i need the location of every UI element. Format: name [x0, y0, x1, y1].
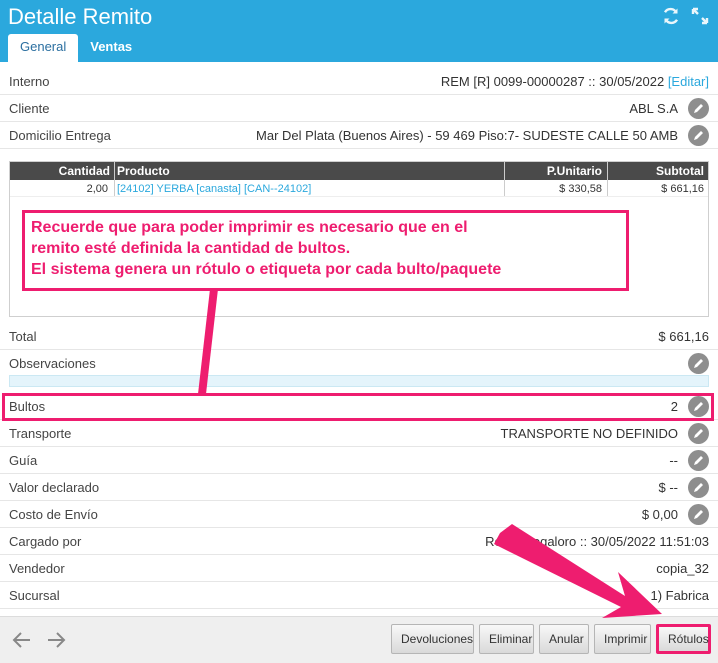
total-value: $ 661,16 [658, 329, 709, 344]
tab-ventas[interactable]: Ventas [78, 34, 144, 62]
rotulos-button[interactable]: Rótulos [656, 624, 711, 654]
valor-declarado-value: $ -- [658, 480, 679, 495]
row-bultos: Bultos 2 [0, 393, 718, 420]
anular-button[interactable]: Anular [539, 624, 589, 654]
pencil-icon [694, 402, 703, 411]
transporte-label: Transporte [9, 426, 72, 441]
cargado-por-label: Cargado por [9, 534, 82, 549]
cell-punitario: $ 330,58 [559, 183, 602, 195]
bultos-value: 2 [670, 399, 678, 414]
row-costo-envio: Costo de Envío $ 0,00 [0, 501, 718, 528]
cliente-value[interactable]: ABL S.A [629, 101, 678, 116]
interno-label: Interno [9, 74, 50, 89]
row-cargado-por: Cargado por Renê Pregaloro :: 30/05/2022… [0, 528, 718, 555]
row-guia: Guía -- [0, 447, 718, 474]
callout-line-3: El sistema genera un rótulo o etiqueta p… [31, 261, 502, 278]
cargado-por-value: Renê Pregaloro :: 30/05/2022 11:51:03 [485, 534, 709, 549]
sucursal-value: 1) Fabrica [650, 588, 709, 603]
edit-costo-envio-button[interactable] [688, 504, 709, 525]
edit-guia-button[interactable] [688, 450, 709, 471]
valor-declarado-label: Valor declarado [9, 480, 100, 495]
header-producto: Producto [117, 164, 170, 178]
interno-value-wrap: REM [R] 0099-00000287 :: 30/05/2022 [Edi… [441, 74, 709, 89]
transporte-value: TRANSPORTE NO DEFINIDO [500, 426, 678, 441]
tab-bar: General Ventas [8, 34, 144, 62]
pencil-icon [694, 131, 703, 140]
edit-transporte-button[interactable] [688, 423, 709, 444]
row-transporte: Transporte TRANSPORTE NO DEFINIDO [0, 420, 718, 447]
imprimir-button[interactable]: Imprimir [594, 624, 651, 654]
domicilio-label: Domicilio Entrega [9, 128, 111, 143]
callout-line-1: Recuerde que para poder imprimir es nece… [31, 219, 468, 236]
row-valor-declarado: Valor declarado $ -- [0, 474, 718, 501]
arrow-left-icon[interactable] [11, 629, 33, 651]
eliminar-button[interactable]: Eliminar [479, 624, 534, 654]
header-subtotal: Subtotal [656, 164, 704, 178]
editar-link[interactable]: [Editar] [668, 74, 709, 89]
cell-producto[interactable]: [24102] YERBA [canasta] [CAN--24102] [117, 183, 311, 195]
page-title: Detalle Remito [8, 4, 153, 29]
row-vendedor: Vendedor copia_32 [0, 555, 718, 582]
instruction-callout: Recuerde que para poder imprimir es nece… [22, 210, 629, 291]
sucursal-label: Sucursal [9, 588, 60, 603]
pencil-icon [694, 456, 703, 465]
pencil-icon [694, 483, 703, 492]
cell-subtotal: $ 661,16 [661, 183, 704, 195]
total-label: Total [9, 329, 37, 344]
header-bar: Detalle Remito General Ventas [0, 0, 718, 62]
pencil-icon [694, 104, 703, 113]
header-punitario: P.Unitario [546, 164, 602, 178]
row-observaciones: Observaciones [0, 350, 718, 377]
edit-observaciones-button[interactable] [688, 353, 709, 374]
vendedor-label: Vendedor [9, 561, 65, 576]
edit-cliente-button[interactable] [688, 98, 709, 119]
row-domicilio: Domicilio Entrega Mar Del Plata (Buenos … [0, 122, 718, 149]
guia-value: -- [669, 453, 678, 468]
observaciones-field[interactable] [9, 375, 709, 387]
arrow-right-icon[interactable] [45, 629, 67, 651]
observaciones-label: Observaciones [9, 356, 96, 371]
table-row[interactable]: 2,00 [24102] YERBA [canasta] [CAN--24102… [10, 181, 708, 197]
devoluciones-button[interactable]: Devoluciones [391, 624, 474, 654]
guia-label: Guía [9, 453, 38, 468]
row-sucursal: Sucursal 1) Fabrica [0, 582, 718, 609]
vendedor-value: copia_32 [656, 561, 709, 576]
tab-general[interactable]: General [8, 34, 79, 62]
refresh-icon[interactable] [661, 6, 681, 26]
row-cliente: Cliente ABL S.A [0, 95, 718, 122]
cell-cantidad: 2,00 [86, 183, 108, 195]
row-interno: Interno REM [R] 0099-00000287 :: 30/05/2… [0, 68, 718, 95]
expand-icon[interactable] [690, 6, 710, 26]
pencil-icon [694, 510, 703, 519]
interno-value: REM [R] 0099-00000287 :: 30/05/2022 [440, 74, 665, 89]
pencil-icon [694, 429, 703, 438]
header-cantidad: Cantidad [58, 164, 110, 178]
cliente-label: Cliente [9, 101, 50, 116]
domicilio-value: Mar Del Plata (Buenos Aires) - 59 469 Pi… [256, 128, 678, 143]
costo-envio-label: Costo de Envío [9, 507, 98, 522]
row-total: Total $ 661,16 [0, 323, 718, 350]
callout-line-2: remito esté definida la cantidad de bult… [31, 240, 351, 257]
edit-valor-declarado-button[interactable] [688, 477, 709, 498]
edit-bultos-button[interactable] [688, 396, 709, 417]
edit-domicilio-button[interactable] [688, 125, 709, 146]
costo-envio-value: $ 0,00 [641, 507, 678, 522]
pencil-icon [694, 359, 703, 368]
bultos-label: Bultos [9, 399, 46, 414]
